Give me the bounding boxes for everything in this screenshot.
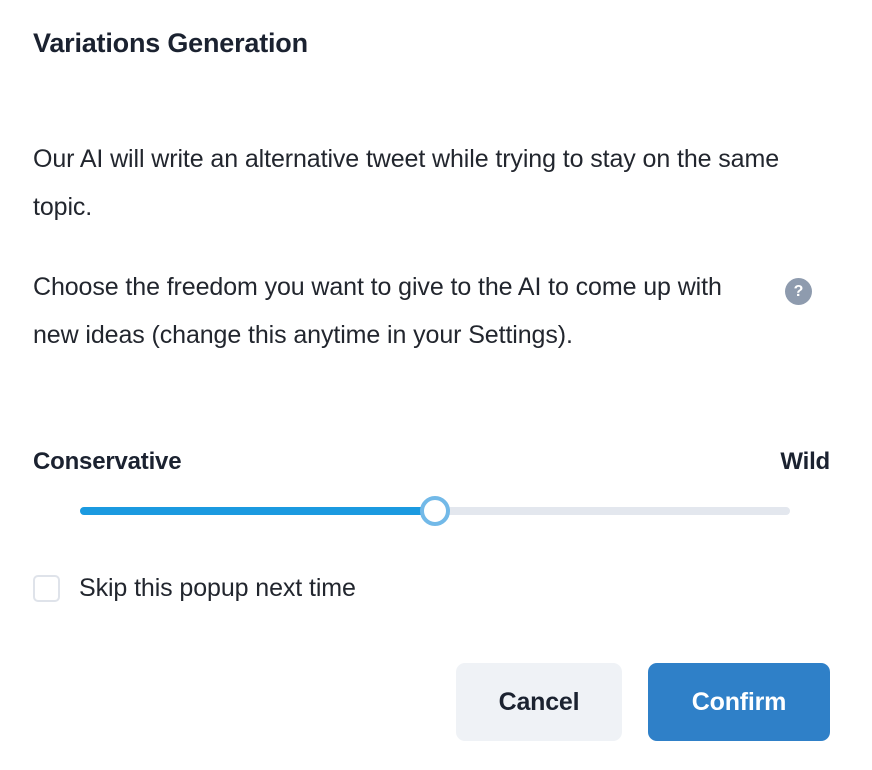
skip-popup-label: Skip this popup next time bbox=[79, 574, 356, 602]
slider-label-wild: Wild bbox=[780, 448, 830, 475]
skip-popup-checkbox[interactable] bbox=[33, 575, 60, 602]
description-paragraph-1: Our AI will write an alternative tweet w… bbox=[33, 145, 780, 221]
cancel-button[interactable]: Cancel bbox=[456, 663, 622, 741]
help-icon[interactable]: ? bbox=[785, 278, 812, 305]
skip-popup-checkbox-row[interactable]: Skip this popup next time bbox=[33, 574, 356, 603]
variations-generation-dialog: Variations Generation Our AI will write … bbox=[0, 0, 872, 770]
freedom-slider[interactable] bbox=[80, 496, 790, 526]
slider-fill bbox=[80, 507, 435, 515]
description-paragraph-2: Choose the freedom you want to give to t… bbox=[33, 273, 722, 349]
slider-label-row: Conservative Wild bbox=[33, 448, 830, 476]
confirm-button[interactable]: Confirm bbox=[648, 663, 830, 741]
page-title: Variations Generation bbox=[33, 28, 308, 58]
dialog-footer: Cancel Confirm bbox=[0, 663, 830, 741]
slider-label-conservative: Conservative bbox=[33, 448, 182, 475]
slider-thumb[interactable] bbox=[420, 496, 450, 526]
